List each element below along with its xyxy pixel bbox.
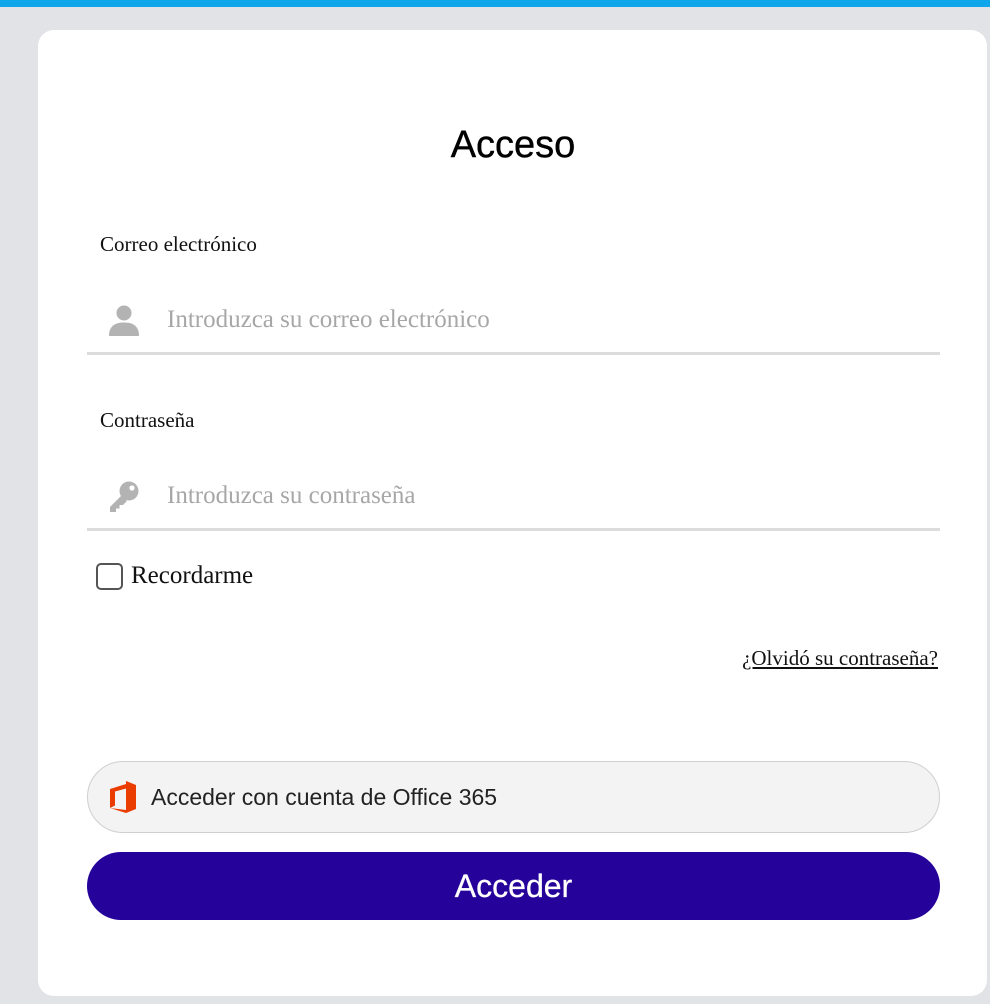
- password-input[interactable]: [167, 476, 907, 516]
- page-title: Acceso: [450, 124, 576, 166]
- remember-label: Recordarme: [131, 562, 254, 589]
- password-label: Contraseña: [100, 408, 195, 432]
- remember-checkbox[interactable]: [96, 562, 123, 590]
- remember-me[interactable]: Recordarme: [96, 559, 253, 593]
- email-label: Correo electrónico: [100, 232, 257, 256]
- office365-button-label: Acceder con cuenta de Office 365: [151, 783, 498, 810]
- email-input[interactable]: [167, 300, 907, 340]
- login-submit-button[interactable]: Acceder: [87, 852, 940, 920]
- office-365-icon: [109, 780, 137, 814]
- password-field-row: [87, 468, 940, 531]
- top-accent-bar: [0, 0, 990, 7]
- email-field-row: [87, 292, 940, 355]
- user-icon: [107, 304, 141, 340]
- office365-login-button[interactable]: Acceder con cuenta de Office 365: [87, 761, 940, 833]
- key-icon: [107, 480, 141, 516]
- forgot-password-link[interactable]: ¿Olvidó su contraseña?: [742, 646, 938, 671]
